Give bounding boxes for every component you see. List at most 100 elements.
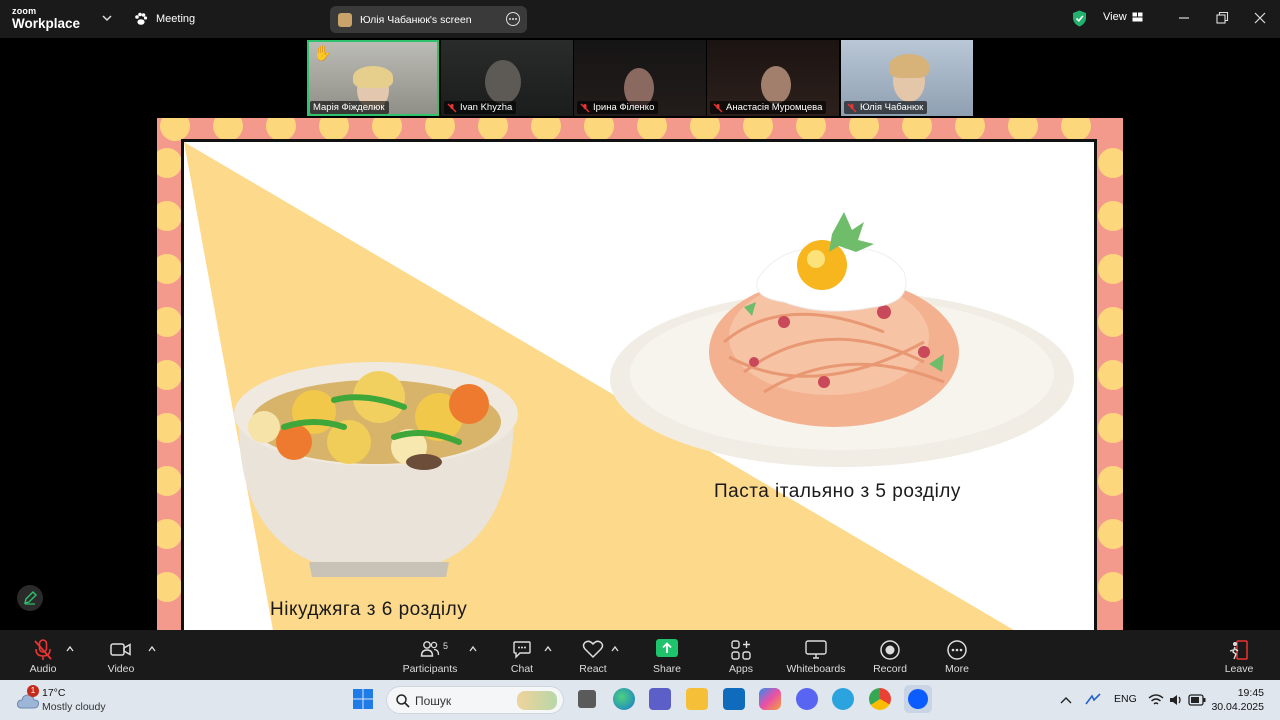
chat-button[interactable]: Chat — [500, 630, 544, 680]
whiteboard-icon — [805, 640, 827, 659]
meeting-label: Meeting — [156, 13, 196, 25]
apps-button[interactable]: Apps — [720, 630, 762, 680]
encryption-shield-icon[interactable] — [1072, 10, 1087, 27]
task-view-icon[interactable] — [578, 690, 596, 708]
annotate-button[interactable] — [17, 585, 43, 611]
battery-icon[interactable] — [1188, 694, 1206, 706]
participant-name-tag: Марія Фіжделюк — [310, 101, 389, 114]
grid-view-icon — [1132, 12, 1143, 22]
muted-mic-icon — [847, 103, 857, 112]
leave-door-icon — [1229, 640, 1248, 660]
weather-description: Mostly cloudy — [42, 701, 106, 713]
border-dot — [849, 118, 879, 141]
outlook-icon[interactable] — [723, 688, 745, 710]
share-button[interactable]: Share — [646, 630, 688, 680]
system-clock[interactable]: 19:45 30.04.2025 — [1211, 686, 1264, 714]
border-dot — [160, 118, 190, 141]
view-label: View — [1103, 11, 1127, 23]
leave-button[interactable]: Leave — [1218, 630, 1260, 680]
more-button[interactable]: More — [936, 630, 978, 680]
participant-tile[interactable]: Ivan Khyzha — [441, 40, 573, 116]
restore-icon[interactable] — [1212, 8, 1232, 28]
react-label: React — [579, 663, 607, 675]
participant-tile[interactable]: Ірина Філенко — [574, 40, 706, 116]
border-dot — [1061, 118, 1091, 141]
whiteboards-button[interactable]: Whiteboards — [782, 630, 850, 680]
zoom-window: zoom Workplace Meeting Юлія Чабанюк's sc… — [0, 0, 1280, 720]
zoom-taskbar-active[interactable] — [904, 685, 932, 713]
edge-browser-icon[interactable] — [613, 688, 635, 710]
participants-icon — [420, 641, 440, 657]
record-button[interactable]: Record — [868, 630, 912, 680]
close-icon[interactable] — [1250, 8, 1270, 28]
more-icon — [947, 640, 967, 660]
teams-icon[interactable] — [649, 688, 671, 710]
border-dot — [796, 118, 826, 141]
shared-screen-slide: Паста італьяно з 5 розділу Нікуджяга з 6… — [157, 118, 1123, 630]
file-explorer-icon[interactable] — [686, 688, 708, 710]
chevron-up-icon[interactable] — [1060, 696, 1072, 704]
react-button[interactable]: React — [572, 630, 614, 680]
chrome-icon[interactable] — [869, 688, 891, 710]
minimize-icon[interactable] — [1174, 8, 1194, 28]
chevron-up-icon[interactable] — [611, 645, 619, 653]
chevron-up-icon[interactable] — [148, 645, 156, 653]
chevron-up-icon[interactable] — [66, 645, 74, 653]
participants-count: 5 — [443, 641, 449, 651]
participant-name-tag: Анастасія Муромцева — [710, 101, 827, 114]
meeting-controls: Audio Video 5 Participants Chat React Sh… — [0, 630, 1280, 680]
presenter-avatar-icon — [338, 12, 352, 27]
participant-tile[interactable]: ✋ Марія Фіжделюк — [307, 40, 439, 116]
border-dot — [1098, 148, 1123, 178]
audio-button[interactable]: Audio — [20, 630, 66, 680]
chevron-up-icon[interactable] — [544, 645, 552, 653]
border-dot — [1098, 307, 1123, 337]
search-icon — [396, 694, 410, 708]
telegram-icon[interactable] — [832, 688, 854, 710]
zoom-workplace-logo: zoom Workplace — [12, 7, 80, 31]
border-dot — [690, 118, 720, 141]
muted-microphone-icon — [34, 639, 52, 660]
border-dot — [1098, 466, 1123, 496]
language-indicator[interactable]: ENG — [1114, 693, 1137, 705]
border-dot — [157, 519, 182, 549]
participant-tile[interactable]: Юлія Чабанюк — [841, 40, 973, 116]
participant-name: Ірина Філенко — [593, 102, 655, 113]
participant-tile[interactable]: Анастасія Муромцева — [707, 40, 839, 116]
border-dot — [1008, 118, 1038, 141]
participant-name-tag: Ірина Філенко — [577, 101, 659, 114]
participants-button[interactable]: 5 Participants — [398, 630, 462, 680]
clock-time: 19:45 — [1237, 687, 1264, 699]
border-dot — [1098, 360, 1123, 390]
border-dot — [372, 118, 402, 141]
chevron-up-icon[interactable] — [469, 645, 477, 653]
pencil-icon — [24, 591, 37, 605]
caption-pasta: Паста італьяно з 5 розділу — [714, 481, 961, 502]
participant-video — [761, 66, 791, 104]
border-dot — [637, 118, 667, 141]
border-dot — [478, 118, 508, 141]
windows-taskbar: 1 17°C Mostly cloudy Пошук ENG 19:45 30.… — [0, 680, 1280, 720]
taskbar-search[interactable]: Пошук — [386, 686, 564, 714]
view-button[interactable]: View — [1103, 11, 1144, 23]
leave-label: Leave — [1224, 663, 1254, 675]
audio-label: Audio — [29, 663, 57, 675]
participant-name-tag: Юлія Чабанюк — [844, 101, 928, 114]
video-button[interactable]: Video — [98, 630, 144, 680]
chevron-down-icon[interactable] — [100, 11, 114, 25]
copilot-icon[interactable] — [759, 688, 781, 710]
input-indicator-icon[interactable] — [1084, 692, 1102, 708]
participant-hair — [353, 66, 393, 88]
screen-share-indicator[interactable]: Юлія Чабанюк's screen — [330, 6, 527, 33]
windows-start-icon[interactable] — [352, 688, 374, 710]
caption-nikujaga: Нікуджяга з 6 розділу — [270, 599, 468, 620]
wifi-icon[interactable] — [1148, 693, 1164, 707]
participants-label: Participants — [402, 663, 458, 675]
volume-icon[interactable] — [1168, 693, 1184, 707]
chat-bubble-icon — [513, 641, 531, 659]
apps-label: Apps — [729, 663, 753, 675]
discord-icon[interactable] — [796, 688, 818, 710]
border-dot — [157, 360, 182, 390]
meeting-menu-button[interactable]: Meeting — [134, 10, 195, 28]
more-options-icon[interactable] — [506, 12, 520, 26]
